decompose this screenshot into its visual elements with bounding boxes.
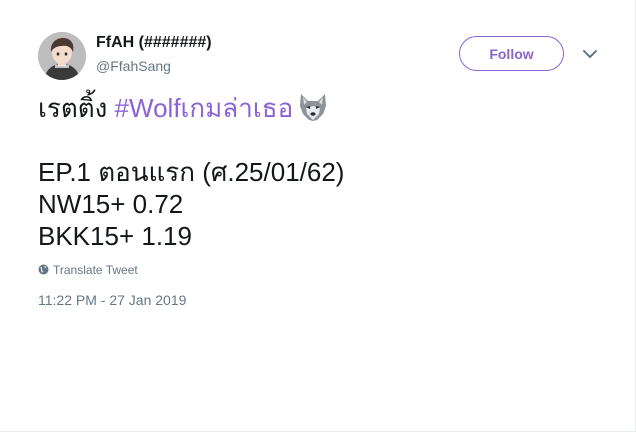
user-handle[interactable]: @FfahSang (96, 58, 171, 74)
hashtag-link[interactable]: #Wolfเกมล่าเธอ (115, 93, 294, 123)
tweet-text-line-1: เรตติ้ง #Wolfเกมล่าเธอ (38, 92, 598, 124)
avatar[interactable] (38, 32, 86, 80)
tweet-text-line-3: NW15+ 0.72 (38, 189, 184, 219)
tweet-text-prefix: เรตติ้ง (38, 93, 115, 123)
globe-icon (38, 264, 49, 275)
tweet-card: FfAH (#######) @FfahSang Follow เรตติ้ง … (0, 0, 636, 432)
translate-tweet-label: Translate Tweet (53, 263, 138, 277)
translate-tweet-link[interactable]: Translate Tweet (38, 263, 138, 277)
follow-button[interactable]: Follow (459, 36, 564, 71)
avatar-photo-icon (38, 32, 86, 80)
display-name[interactable]: FfAH (#######) (96, 34, 212, 52)
tweet-timestamp[interactable]: 11:22 PM - 27 Jan 2019 (38, 292, 186, 308)
chevron-down-icon (583, 50, 597, 58)
tweet-text: เรตติ้ง #Wolfเกมล่าเธอ EP.1 ตอนแรก (ศ.25… (38, 92, 598, 252)
tweet-text-line-4: BKK15+ 1.19 (38, 221, 192, 251)
more-options-button[interactable] (581, 46, 599, 62)
tweet-text-line-2: EP.1 ตอนแรก (ศ.25/01/62) (38, 157, 345, 187)
wolf-face-emoji-icon (297, 92, 329, 122)
